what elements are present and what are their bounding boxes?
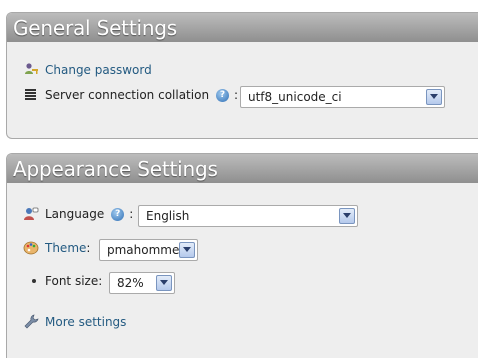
chevron-down-icon[interactable] [339, 208, 355, 224]
font-size-select-value: 82% [117, 276, 144, 290]
font-size-row: Font size: [28, 274, 102, 288]
db-list-icon [23, 87, 39, 103]
theme-colon: : [86, 241, 91, 255]
wrench-icon [23, 314, 39, 330]
theme-palette-icon [23, 240, 39, 256]
language-colon: : [129, 207, 134, 221]
language-label: Language [45, 207, 105, 221]
change-password-link[interactable]: Change password [45, 63, 152, 77]
language-icon [23, 206, 39, 222]
language-select[interactable]: English [138, 205, 358, 227]
chevron-down-icon[interactable] [426, 89, 442, 105]
chevron-down-icon[interactable] [179, 242, 195, 258]
collation-row: Server connection collation ? : [23, 87, 238, 103]
key-user-icon [23, 62, 39, 78]
theme-row: Theme : [23, 240, 90, 256]
theme-select[interactable]: pmahomme [99, 239, 198, 261]
collation-select-value: utf8_unicode_ci [248, 90, 342, 104]
collation-select[interactable]: utf8_unicode_ci [240, 86, 445, 108]
collation-label: Server connection collation [45, 88, 210, 102]
bullet-icon [32, 279, 36, 283]
language-select-value: English [146, 209, 190, 223]
font-size-label: Font size: [45, 274, 103, 288]
chevron-down-icon[interactable] [156, 275, 172, 291]
theme-select-value: pmahomme [107, 243, 180, 257]
appearance-settings-title: Appearance Settings [7, 154, 478, 183]
more-settings-link[interactable]: More settings [45, 315, 126, 329]
change-password-row: Change password [23, 62, 152, 78]
help-icon[interactable]: ? [216, 88, 230, 102]
font-size-select[interactable]: 82% [109, 272, 175, 294]
language-row: Language ? : [23, 206, 133, 222]
collation-colon: : [234, 88, 239, 102]
more-settings-row: More settings [23, 314, 126, 330]
theme-link[interactable]: Theme [45, 241, 86, 255]
general-settings-title: General Settings [7, 13, 478, 42]
help-icon[interactable]: ? [111, 207, 125, 221]
